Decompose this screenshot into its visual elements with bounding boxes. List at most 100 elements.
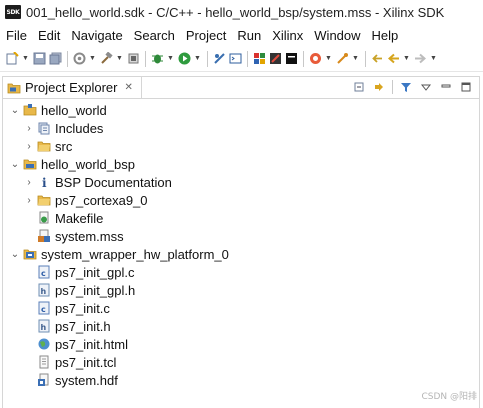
project-explorer-header: Project Explorer ✕ xyxy=(2,76,480,99)
last-edit-location-icon[interactable] xyxy=(371,52,384,65)
tree-item-system-mss[interactable]: system.mss xyxy=(37,227,124,245)
save-all-icon[interactable] xyxy=(49,52,62,65)
tree-item-ps7-cortexa9-0[interactable]: › ps7_cortexa9_0 xyxy=(23,191,148,209)
collapse-all-icon[interactable] xyxy=(352,80,366,94)
xsct-console-icon[interactable] xyxy=(285,52,298,65)
external-tools-chevron-icon[interactable]: ▼ xyxy=(352,55,359,62)
folder-icon xyxy=(37,193,51,207)
new-dropdown-chevron-icon[interactable]: ▼ xyxy=(22,55,29,62)
xilinx-tools-icon[interactable] xyxy=(269,52,282,65)
external-tools-icon[interactable] xyxy=(336,52,349,65)
tree-item-bsp-documentation[interactable]: › i BSP Documentation xyxy=(23,173,172,191)
expand-chevron-icon[interactable]: ⌄ xyxy=(9,249,21,260)
tree-item-ps7-init-c[interactable]: c ps7_init.c xyxy=(37,299,110,317)
tree-item-label: ps7_cortexa9_0 xyxy=(55,192,148,208)
collapse-chevron-icon[interactable]: › xyxy=(23,177,35,188)
tree-item-label: system.hdf xyxy=(55,372,118,388)
forward-arrow-icon[interactable] xyxy=(414,52,427,65)
tree-item-hello-world-bsp[interactable]: ⌄ hello_world_bsp xyxy=(9,155,135,173)
tree-item-makefile[interactable]: Makefile xyxy=(37,209,103,227)
bsp-project-icon xyxy=(23,157,37,171)
tree-item-hello-world[interactable]: ⌄ hello_world xyxy=(9,101,107,119)
tree-item-label: ps7_init.c xyxy=(55,300,110,316)
xilinx-sdk-app-icon: SDK xyxy=(5,5,21,19)
tree-item-label: Makefile xyxy=(55,210,104,226)
menu-help[interactable]: Help xyxy=(372,28,399,43)
folder-icon xyxy=(37,139,51,153)
run-chevron-icon[interactable]: ▼ xyxy=(194,55,201,62)
hw-platform-project-icon xyxy=(23,247,37,261)
info-icon: i xyxy=(37,175,51,189)
collapse-chevron-icon[interactable]: › xyxy=(23,195,35,206)
tree-item-ps7-init-h[interactable]: h ps7_init.h xyxy=(37,317,111,335)
collapse-chevron-icon[interactable]: › xyxy=(23,123,35,134)
menu-file[interactable]: File xyxy=(6,28,27,43)
forward-chevron-icon[interactable]: ▼ xyxy=(430,55,437,62)
h-file-icon: h xyxy=(37,283,51,297)
skip-breakpoints-icon[interactable] xyxy=(213,52,226,65)
text-file-icon xyxy=(37,355,51,369)
tree-item-system-hdf[interactable]: system.hdf xyxy=(37,371,118,389)
tree-item-system-wrapper-hw-platform-0[interactable]: ⌄ system_wrapper_hw_platform_0 xyxy=(9,245,229,263)
debug-chevron-icon[interactable]: ▼ xyxy=(167,55,174,62)
view-separator xyxy=(392,80,393,94)
html-globe-icon xyxy=(37,337,51,351)
link-with-editor-icon[interactable] xyxy=(372,80,386,94)
debug-bug-icon[interactable] xyxy=(151,52,164,65)
tree-item-label: ps7_init_gpl.c xyxy=(55,264,135,280)
build-chevron-icon[interactable]: ▼ xyxy=(116,55,123,62)
menu-navigate[interactable]: Navigate xyxy=(71,28,122,43)
target-connection-icon[interactable] xyxy=(309,52,322,65)
maximize-icon[interactable] xyxy=(459,80,473,94)
save-icon[interactable] xyxy=(33,52,46,65)
terminal-icon[interactable] xyxy=(229,52,242,65)
target-chevron-icon[interactable]: ▼ xyxy=(325,55,332,62)
back-chevron-icon[interactable]: ▼ xyxy=(403,55,410,62)
tree-item-ps7-init-gpl-c[interactable]: c ps7_init_gpl.c xyxy=(37,263,135,281)
tree-item-includes[interactable]: › Includes xyxy=(23,119,103,137)
program-fpga-icon[interactable] xyxy=(127,52,140,65)
tab-project-explorer[interactable]: Project Explorer ✕ xyxy=(3,76,142,99)
build-config-chevron-icon[interactable]: ▼ xyxy=(89,55,96,62)
new-icon[interactable] xyxy=(6,52,19,65)
menu-xilinx[interactable]: Xilinx xyxy=(272,28,303,43)
tree-item-src[interactable]: › src xyxy=(23,137,72,155)
svg-text:h: h xyxy=(41,287,47,296)
run-icon[interactable] xyxy=(178,52,191,65)
tree-item-ps7-init-tcl[interactable]: ps7_init.tcl xyxy=(37,353,116,371)
tree-item-label: system.mss xyxy=(55,228,124,244)
tree-item-label: BSP Documentation xyxy=(55,174,172,190)
toolbar-separator xyxy=(145,50,146,67)
project-explorer-title: Project Explorer xyxy=(25,80,118,95)
tree-item-ps7-init-html[interactable]: ps7_init.html xyxy=(37,335,128,353)
view-menu-icon[interactable] xyxy=(419,80,433,94)
build-config-icon[interactable] xyxy=(73,52,86,65)
title-bar: SDK 001_hello_world.sdk - C/C++ - hello_… xyxy=(0,0,483,24)
expand-chevron-icon[interactable]: ⌄ xyxy=(9,159,21,170)
back-arrow-icon[interactable] xyxy=(387,52,400,65)
menu-project[interactable]: Project xyxy=(186,28,226,43)
svg-text:i: i xyxy=(42,176,47,189)
menu-edit[interactable]: Edit xyxy=(38,28,60,43)
minimize-icon[interactable] xyxy=(439,80,453,94)
toolbar-separator xyxy=(207,50,208,67)
menu-run[interactable]: Run xyxy=(237,28,261,43)
build-hammer-icon[interactable] xyxy=(100,52,113,65)
expand-chevron-icon[interactable]: ⌄ xyxy=(9,105,21,116)
mss-file-icon xyxy=(37,229,51,243)
filter-icon[interactable] xyxy=(399,80,413,94)
hw-platform-icon[interactable] xyxy=(253,52,266,65)
view-toolbar xyxy=(346,80,473,94)
menu-window[interactable]: Window xyxy=(314,28,360,43)
tree-item-label: ps7_init_gpl.h xyxy=(55,282,136,298)
tree-item-label: ps7_init.html xyxy=(55,336,128,352)
toolbar-separator xyxy=(67,50,68,67)
svg-text:h: h xyxy=(41,323,47,332)
menu-search[interactable]: Search xyxy=(134,28,175,43)
toolbar-separator xyxy=(303,50,304,67)
tree-item-ps7-init-gpl-h[interactable]: h ps7_init_gpl.h xyxy=(37,281,135,299)
collapse-chevron-icon[interactable]: › xyxy=(23,141,35,152)
close-view-icon[interactable]: ✕ xyxy=(124,82,132,93)
project-explorer-icon xyxy=(7,83,21,93)
includes-icon xyxy=(37,121,51,135)
